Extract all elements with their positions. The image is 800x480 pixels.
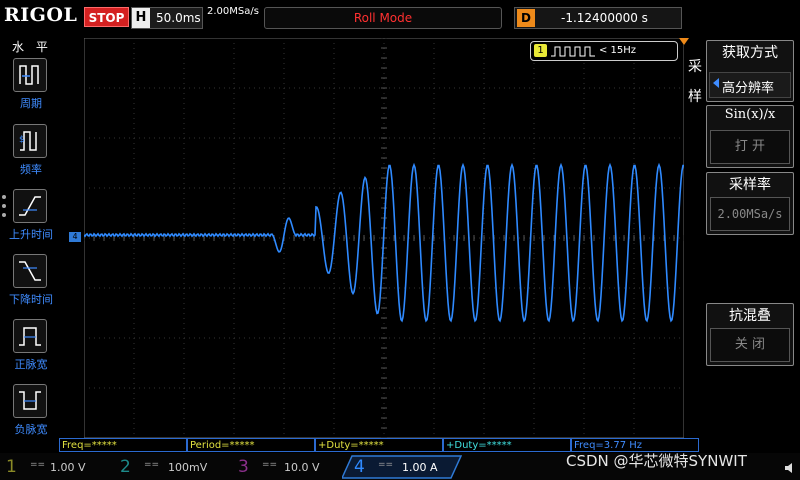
channel-2-scale: 100mV (168, 461, 208, 474)
anti-aliasing-box[interactable]: 抗混叠 关 闭 (706, 303, 794, 366)
delay-readout[interactable]: D -1.12400000 s (514, 7, 682, 29)
timebase-value: 50.0ms (156, 11, 201, 25)
channel-1-number: 1 (6, 457, 17, 477)
channel-1-tab[interactable]: 1 == 1.00 V (0, 455, 110, 479)
pulse-trigger-icon (551, 46, 595, 57)
channel-1-scale: 1.00 V (50, 461, 86, 474)
measure-rise-time[interactable]: 上升时间 (6, 189, 56, 249)
measure-frequency[interactable]: $ 频率 (6, 124, 56, 184)
acquire-mode-box[interactable]: 获取方式 高分辨率 (706, 40, 794, 102)
rise-time-icon[interactable] (13, 189, 47, 223)
delay-label: D (517, 9, 535, 27)
acquisition-mode-box: Roll Mode (264, 7, 502, 29)
timebase-label: H (132, 8, 150, 28)
measurement-duty-2[interactable]: +Duty=***** (443, 438, 571, 452)
sampling-menu-label: 采样 (688, 59, 702, 105)
channel-2-number: 2 (120, 457, 131, 477)
channel-4-offset-marker[interactable]: 4 (69, 232, 81, 242)
measurement-period[interactable]: Period=***** (187, 438, 315, 452)
anti-aliasing-title: 抗混叠 (729, 308, 771, 324)
top-status-bar: RIGOL STOP H 50.0ms 2.00MSa/s Roll Mode … (0, 0, 800, 36)
sinx-value: 打 开 (710, 130, 790, 164)
fall-time-label: 下降时间 (9, 293, 53, 306)
acquire-mode-title: 获取方式 (722, 45, 778, 61)
channel-3-number: 3 (238, 457, 249, 477)
channel-2-tab[interactable]: 2 == 100mV (110, 455, 228, 479)
sample-rate-value: 2.00MSa/s (710, 197, 790, 231)
measurement-text: Period=***** (190, 440, 255, 451)
dc-coupling-icon: == (144, 460, 160, 470)
measure-negative-width[interactable]: 负脉宽 (6, 384, 56, 444)
acquire-mode-value: 高分辨率 (722, 81, 775, 96)
roll-mode-label: Roll Mode (353, 11, 413, 25)
measurement-text: +Duty=***** (446, 440, 512, 451)
anti-aliasing-value: 关 闭 (710, 328, 790, 362)
measure-positive-width[interactable]: 正脉宽 (6, 319, 56, 379)
watermark-text: CSDN @华芯微特SYNWIT (566, 452, 747, 470)
trigger-position-marker (679, 38, 689, 45)
channel-4-scale: 1.00 A (402, 461, 438, 474)
horizontal-timebase[interactable]: H 50.0ms (131, 7, 203, 29)
selector-arrow-icon (713, 78, 719, 88)
rise-time-label: 上升时间 (9, 228, 53, 241)
speaker-icon[interactable] (784, 462, 796, 474)
brand-logo: RIGOL (4, 4, 78, 26)
svg-text:$: $ (19, 135, 25, 145)
measure-period[interactable]: 周期 (6, 58, 56, 118)
measurement-text: Freq=***** (62, 440, 117, 451)
negative-width-label: 负脉宽 (14, 423, 48, 436)
positive-width-label: 正脉宽 (14, 358, 48, 371)
measurement-freq-1[interactable]: Freq=***** (59, 438, 187, 452)
frequency-label: 频率 (20, 163, 42, 176)
measurement-duty-1[interactable]: +Duty=***** (315, 438, 443, 452)
negative-pulse-width-icon[interactable] (13, 384, 47, 418)
period-icon[interactable] (13, 58, 47, 92)
horizontal-measure-menu: 水 平 周期 $ 频率 上升时间 下降时间 正脉宽 负脉宽 (0, 36, 58, 440)
dc-coupling-icon: == (262, 460, 278, 470)
trigger-source-num: 1 (534, 44, 547, 57)
measure-fall-time[interactable]: 下降时间 (6, 254, 56, 314)
trigger-status[interactable]: 1 < 15Hz (530, 41, 678, 61)
run-stop-indicator[interactable]: STOP (84, 7, 129, 27)
channel-3-scale: 10.0 V (284, 461, 320, 474)
channel-3-tab[interactable]: 3 == 10.0 V (228, 455, 340, 479)
left-menu-title: 水 平 (12, 40, 52, 54)
measurement-text: +Duty=***** (318, 440, 384, 451)
sample-rate-box[interactable]: 采样率 2.00MSa/s (706, 172, 794, 235)
trigger-condition: < 15Hz (599, 45, 637, 56)
channel-4-tab[interactable]: 4 == 1.00 A (342, 455, 462, 479)
waveform-display[interactable] (84, 38, 684, 438)
sample-rate-readout: 2.00MSa/s (207, 6, 259, 17)
sinx-title: Sin(x)/x (724, 107, 776, 122)
positive-pulse-width-icon[interactable] (13, 319, 47, 353)
channel-4-number: 4 (354, 457, 365, 477)
sinx-box[interactable]: Sin(x)/x 打 开 (706, 105, 794, 168)
fall-time-icon[interactable] (13, 254, 47, 288)
delay-value: -1.12400000 s (561, 11, 648, 25)
sample-rate-title: 采样率 (729, 177, 771, 193)
period-label: 周期 (20, 97, 42, 110)
acquire-mode-value-box[interactable]: 高分辨率 (709, 72, 791, 98)
frequency-icon[interactable]: $ (13, 124, 47, 158)
dc-coupling-icon: == (30, 460, 46, 470)
dc-coupling-icon: == (378, 460, 394, 470)
